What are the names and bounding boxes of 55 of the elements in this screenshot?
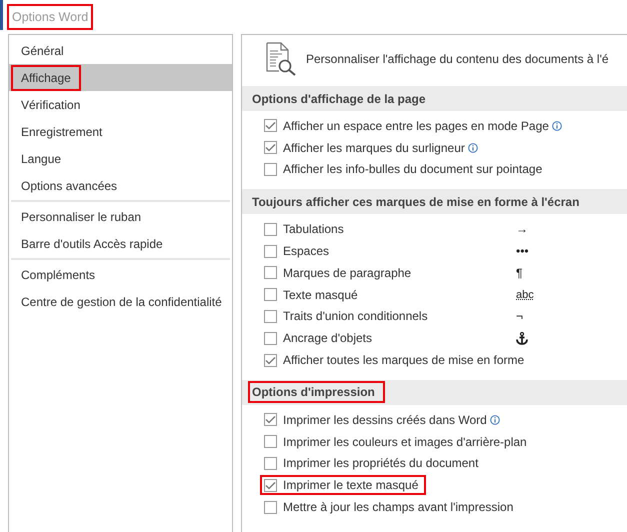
sidebar-item[interactable]: Général (9, 37, 232, 64)
option-label: Traits d'union conditionnels (283, 309, 428, 324)
checkbox[interactable] (264, 310, 277, 323)
option-label: Mettre à jour les champs avant l'impression (283, 500, 514, 514)
sidebar-item[interactable]: Affichage (9, 64, 232, 91)
sidebar-item[interactable]: Compléments (9, 261, 232, 288)
option-label: Afficher les marques du surligneur (283, 140, 465, 155)
formatting-mark: ¶ (516, 266, 522, 280)
sidebar-item[interactable]: Vérification (9, 91, 232, 118)
window-edge (0, 0, 3, 30)
info-icon (490, 414, 500, 425)
formatting-mark: abc (516, 288, 534, 301)
option-label: Afficher un espace entre les pages en mode Page (283, 118, 549, 133)
checkbox[interactable] (264, 478, 277, 492)
option-label: Texte masqué (283, 288, 358, 302)
sidebar-item[interactable]: Personnaliser le ruban (9, 203, 232, 230)
page-heading: Personnaliser l'affichage du contenu des documents à l'é (306, 52, 609, 66)
checkbox[interactable] (264, 288, 277, 302)
option-label: Imprimer les dessins créés dans Word (283, 412, 487, 427)
option-label: Ancrage d'objets (283, 331, 372, 346)
option-label: Tabulations (283, 222, 344, 236)
checkbox[interactable] (264, 413, 277, 426)
option-label: Imprimer les couleurs et images d'arrière-plan (283, 434, 527, 449)
formatting-mark: → (516, 222, 528, 236)
sidebar-item[interactable]: Centre de gestion de la confidentialité (9, 288, 232, 315)
option-label: Imprimer les propriétés du document (283, 456, 478, 470)
window-title: Options Word (7, 4, 94, 30)
section-title: Options d'affichage de la page (251, 90, 427, 108)
option-label: Afficher les info-bulles du document sur pointage (283, 162, 542, 176)
checkbox[interactable] (264, 222, 277, 236)
checkbox[interactable] (264, 119, 277, 132)
sidebar-item[interactable]: Langue (9, 145, 232, 172)
option-label: Espaces (283, 244, 330, 258)
section-title: Options d'impression (248, 381, 385, 404)
sidebar-item[interactable]: Options avancées (9, 172, 232, 199)
checkbox[interactable] (264, 162, 277, 176)
option-label: Afficher toutes les marques de mise en forme (283, 353, 524, 368)
sidebar-item[interactable]: Barre d'outils Accès rapide (9, 230, 232, 257)
checkbox[interactable] (264, 244, 277, 258)
checkbox[interactable] (264, 435, 277, 448)
checkbox[interactable] (264, 141, 277, 154)
info-icon (468, 142, 478, 153)
info-icon (552, 120, 562, 131)
sidebar-item[interactable]: Enregistrement (9, 118, 232, 145)
checkbox[interactable] (264, 500, 277, 514)
checkbox[interactable] (264, 266, 277, 280)
formatting-mark: ••• (516, 244, 529, 258)
checkbox[interactable] (264, 456, 277, 470)
section-title: Toujours afficher ces marques de mise en forme à l'écran (251, 194, 580, 211)
formatting-mark: ¬ (516, 309, 524, 324)
checkbox[interactable] (264, 332, 277, 345)
anchor-icon (516, 332, 528, 345)
checkbox[interactable] (264, 354, 277, 367)
option-label: Imprimer le texte masqué (283, 478, 418, 492)
option-label: Marques de paragraphe (283, 266, 412, 280)
